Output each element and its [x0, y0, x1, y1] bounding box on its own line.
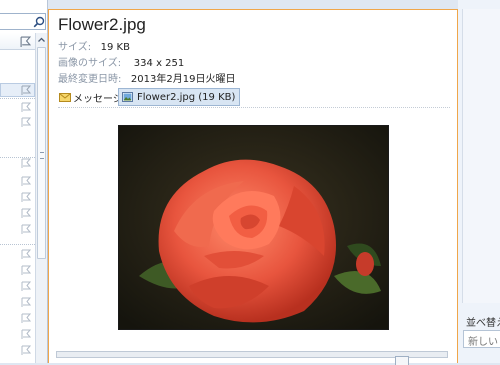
- attachment-file-label: Flower2.jpg (19 KB): [137, 91, 236, 103]
- list-divider: [0, 244, 35, 245]
- flag-icon[interactable]: [21, 297, 31, 307]
- search-icon[interactable]: [33, 16, 45, 28]
- flag-icon[interactable]: [21, 117, 31, 127]
- flag-icon[interactable]: [21, 345, 31, 355]
- flag-icon[interactable]: [21, 85, 31, 95]
- size-value: 19 KB: [100, 42, 130, 53]
- mail-icon: [59, 92, 71, 102]
- scrollbar-thumb[interactable]: [37, 47, 46, 259]
- scroll-up-icon[interactable]: [37, 35, 46, 45]
- flag-icon[interactable]: [21, 265, 31, 275]
- flag-icon[interactable]: [21, 313, 31, 323]
- sort-label: 並べ替え: [466, 318, 500, 329]
- modified-value: 2013年2月19日火曜日: [130, 74, 236, 85]
- rose-image: [119, 126, 388, 329]
- flag-icon[interactable]: [21, 102, 31, 112]
- flag-icon: [20, 36, 31, 47]
- dimensions-label: 画像のサイズ:: [58, 58, 122, 69]
- flag-icon[interactable]: [21, 208, 31, 218]
- search-input[interactable]: [0, 13, 46, 30]
- dimensions-row: 画像のサイズ: 334 x 251: [58, 54, 184, 69]
- list-scrollbar[interactable]: [35, 33, 47, 363]
- reading-pane: Flower2.jpg サイズ: 19 KB 画像のサイズ: 334 x 251…: [48, 9, 458, 365]
- attachment-bar: メッセージ Flower2.jpg (19 KB): [58, 87, 450, 108]
- image-file-icon: [122, 92, 133, 102]
- message-list-pane: [0, 0, 48, 363]
- size-label: サイズ:: [58, 42, 92, 53]
- sort-dropdown[interactable]: 新しいり: [463, 330, 500, 348]
- flag-icon[interactable]: [21, 249, 31, 259]
- page-title: Flower2.jpg: [58, 15, 146, 34]
- flag-icon[interactable]: [21, 329, 31, 339]
- flag-icon[interactable]: [21, 281, 31, 291]
- flag-icon[interactable]: [21, 176, 31, 186]
- attachment-preview-image: [118, 125, 389, 330]
- dimensions-value: 334 x 251: [133, 58, 185, 69]
- right-panel-content: [462, 9, 500, 303]
- horizontal-scrollbar[interactable]: [56, 351, 448, 358]
- message-tab[interactable]: メッセージ: [59, 89, 123, 105]
- scrollbar-grip: [40, 152, 44, 159]
- pane-toggle-button[interactable]: [395, 356, 409, 365]
- flag-icon[interactable]: [21, 158, 31, 168]
- flag-icon[interactable]: [21, 224, 31, 234]
- flag-column-header[interactable]: [0, 33, 35, 50]
- list-divider: [0, 98, 35, 99]
- message-tab-label: メッセージ: [73, 93, 123, 105]
- attachment-file-tab[interactable]: Flower2.jpg (19 KB): [118, 88, 241, 106]
- modified-label: 最終変更日時:: [58, 74, 122, 85]
- size-row: サイズ: 19 KB: [58, 38, 130, 53]
- flag-icon[interactable]: [21, 192, 31, 202]
- modified-row: 最終変更日時: 2013年2月19日火曜日: [58, 70, 235, 85]
